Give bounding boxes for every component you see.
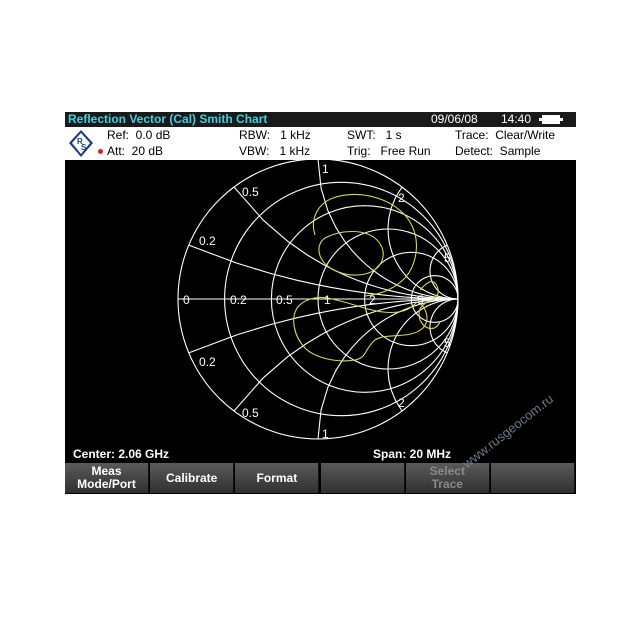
date-readout: 09/06/08 xyxy=(431,112,478,126)
sweep-time: SWT: 1 s xyxy=(347,128,402,142)
label-x5-top: 5 xyxy=(444,251,451,265)
label-r1: 1 xyxy=(324,293,331,307)
trace-segment-2 xyxy=(318,230,384,276)
center-frequency: Center: 2.06 GHz xyxy=(73,447,170,461)
trace-segment-1 xyxy=(293,296,428,362)
rohde-schwarz-logo-icon: R S xyxy=(69,130,93,157)
time-readout: 14:40 xyxy=(501,112,532,126)
svg-text:S: S xyxy=(81,143,87,152)
softkey-bar: Meas Mode/Port Calibrate Format Select Trac… xyxy=(65,462,576,494)
title-bar: Reflection Vector (Cal) Smith Chart 09/0… xyxy=(65,112,576,127)
vbw-setting: VBW: 1 kHz xyxy=(239,144,311,158)
trace-mode: Trace: Clear/Write xyxy=(455,128,556,142)
detector-mode: Detect: Sample xyxy=(455,144,541,158)
softkey-calibrate[interactable]: Calibrate xyxy=(150,463,235,493)
label-x02-bot: 0.2 xyxy=(199,355,216,369)
smith-grid-x2-bot xyxy=(387,298,459,412)
label-r2: 2 xyxy=(369,293,376,307)
att-indicator-dot xyxy=(98,149,103,154)
rbw-setting: RBW: 1 kHz xyxy=(239,128,311,142)
attenuation: Att: 20 dB xyxy=(107,144,164,158)
settings-panel: R S Ref: 0.0 dB Att: 20 dB RBW: 1 kHz VB… xyxy=(65,127,576,160)
softkey-meas-mode-port[interactable]: Meas Mode/Port xyxy=(65,463,149,493)
chart-area: 0 0.2 0.5 1 2 5 0.2 0.5 1 2 5 0.2 0.5 1 … xyxy=(65,158,576,446)
label-x02-top: 0.2 xyxy=(199,234,216,248)
trigger-mode: Trig: Free Run xyxy=(347,144,431,158)
label-x5-bot: 5 xyxy=(444,336,451,350)
softkey-blank-6[interactable] xyxy=(491,463,575,493)
label-x1-top: 1 xyxy=(322,162,329,176)
measurement-title: Reflection Vector (Cal) Smith Chart xyxy=(68,112,268,126)
label-x05-bot: 0.5 xyxy=(242,406,259,420)
softkey-format[interactable]: Format xyxy=(235,463,320,493)
label-r0: 0 xyxy=(183,293,190,307)
label-r02: 0.2 xyxy=(230,293,247,307)
status-footer: Center: 2.06 GHz Span: 20 MHz xyxy=(65,446,576,462)
frequency-span: Span: 20 MHz xyxy=(373,447,452,461)
label-r05: 0.5 xyxy=(276,293,293,307)
label-x2-bot: 2 xyxy=(398,396,405,410)
battery-icon xyxy=(539,115,563,124)
analyzer-screen: Reflection Vector (Cal) Smith Chart 09/0… xyxy=(65,112,576,494)
label-r5: 5 xyxy=(417,293,424,307)
label-x2-top: 2 xyxy=(398,191,405,205)
label-x1-bot: 1 xyxy=(322,427,329,441)
ref-level: Ref: 0.0 dB xyxy=(107,128,171,142)
label-x05-top: 0.5 xyxy=(242,185,259,199)
trace-segment-3 xyxy=(312,193,417,297)
smith-chart: 0 0.2 0.5 1 2 5 0.2 0.5 1 2 5 0.2 0.5 1 … xyxy=(177,158,459,441)
softkey-blank-4[interactable] xyxy=(320,463,405,493)
softkey-select-trace[interactable]: Select Trace xyxy=(405,463,490,493)
